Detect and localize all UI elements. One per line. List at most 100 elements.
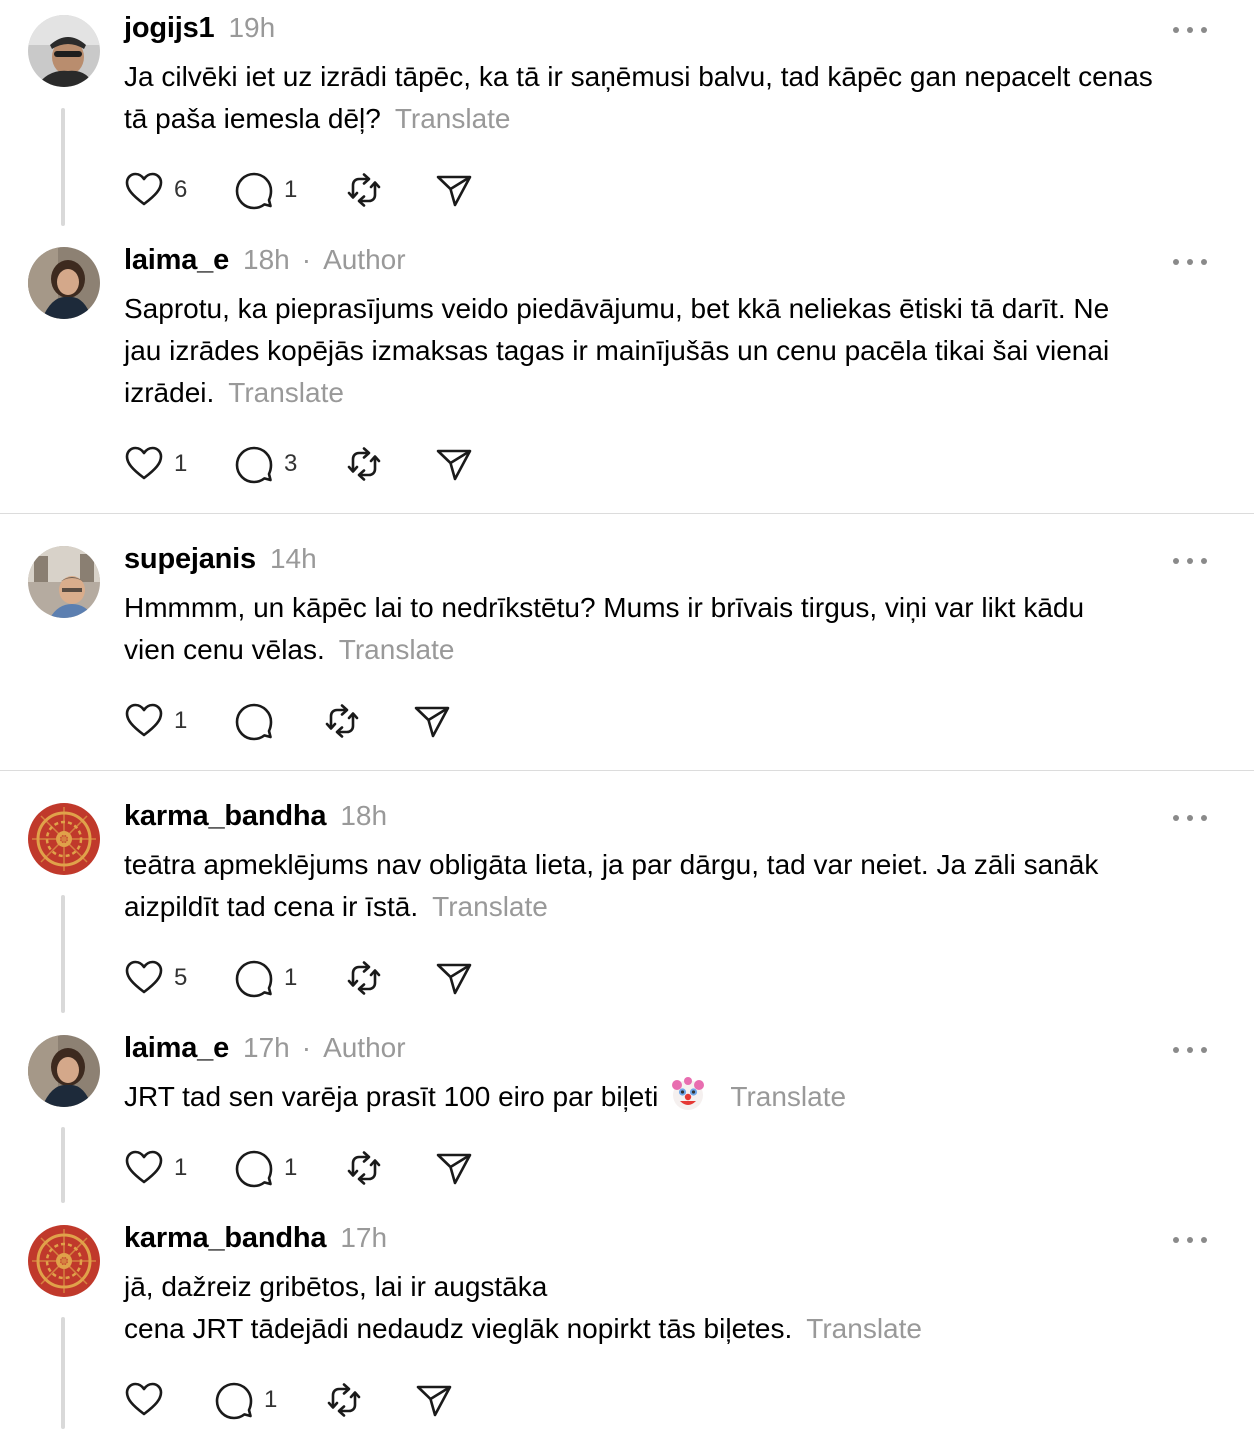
post: karma_bandha 18h teātra apmeklējums nav ob… bbox=[0, 788, 1254, 998]
repost-button[interactable] bbox=[322, 701, 362, 741]
more-dot bbox=[1187, 1237, 1193, 1243]
more-dot bbox=[1173, 1047, 1179, 1053]
username[interactable]: karma_bandha bbox=[124, 800, 327, 833]
more-dot bbox=[1173, 558, 1179, 564]
more-dot bbox=[1201, 815, 1207, 821]
timestamp[interactable]: 18h bbox=[340, 800, 387, 832]
post-text: Ja cilvēki iet uz izrādi tāpēc, ka tā ir… bbox=[124, 56, 1224, 140]
repost-button[interactable] bbox=[344, 1148, 384, 1188]
post-text-content: izrādei. bbox=[124, 377, 215, 408]
translate-link[interactable]: Translate bbox=[228, 377, 344, 408]
thread-divider bbox=[0, 770, 1254, 771]
like-button[interactable] bbox=[124, 1380, 164, 1420]
like-button[interactable]: 1 bbox=[124, 444, 187, 484]
reply-button[interactable]: 1 bbox=[214, 1380, 277, 1420]
heart-icon bbox=[124, 1380, 164, 1420]
more-icon[interactable] bbox=[1170, 549, 1210, 573]
more-dot bbox=[1187, 558, 1193, 564]
translate-link[interactable]: Translate bbox=[806, 1313, 922, 1344]
translate-link[interactable]: Translate bbox=[730, 1081, 846, 1112]
post-text-content: aizpildīt tad cena ir īstā. bbox=[124, 891, 419, 922]
post-header: laima_e 18h · Author bbox=[124, 244, 406, 284]
reply-count: 1 bbox=[264, 1386, 278, 1413]
comment-icon bbox=[234, 1148, 274, 1188]
post-actions: 1 bbox=[124, 701, 524, 741]
avatar[interactable] bbox=[28, 247, 100, 319]
more-icon[interactable] bbox=[1170, 250, 1210, 274]
more-icon[interactable] bbox=[1170, 806, 1210, 830]
repost-button[interactable] bbox=[344, 958, 384, 998]
reply-button[interactable]: 1 bbox=[234, 1148, 297, 1188]
share-button[interactable] bbox=[414, 1380, 454, 1420]
share-button[interactable] bbox=[434, 170, 474, 210]
repost-button[interactable] bbox=[344, 444, 384, 484]
post: jogijs1 19h Ja cilvēki iet uz izrādi tāpēc… bbox=[0, 0, 1254, 210]
send-icon bbox=[412, 701, 452, 741]
post-text-content: Ja cilvēki iet uz izrādi tāpēc, ka tā ir… bbox=[124, 61, 1153, 92]
reply-button[interactable] bbox=[234, 701, 274, 741]
like-count: 5 bbox=[174, 964, 188, 991]
like-button[interactable]: 1 bbox=[124, 1148, 187, 1188]
like-count: 1 bbox=[174, 707, 188, 734]
reply-button[interactable]: 3 bbox=[234, 444, 297, 484]
post-text-content: Saprotu, ka pieprasījums veido piedāvāju… bbox=[124, 293, 1110, 324]
share-button[interactable] bbox=[412, 701, 452, 741]
post-text-content: Hmmmm, un kāpēc lai to nedrīkstētu? Mums… bbox=[124, 592, 1085, 623]
reply-count: 1 bbox=[284, 964, 298, 991]
post-text: jā, dažreiz gribētos, lai ir augstāka cen… bbox=[124, 1266, 1224, 1350]
timestamp[interactable]: 17h bbox=[340, 1222, 387, 1254]
send-icon bbox=[434, 958, 474, 998]
post-actions: 13 bbox=[124, 444, 524, 484]
username[interactable]: jogijs1 bbox=[124, 12, 215, 45]
repost-button[interactable] bbox=[324, 1380, 364, 1420]
comment-icon bbox=[234, 170, 274, 210]
like-count: 1 bbox=[174, 1154, 188, 1181]
post-text-line: Saprotu, ka pieprasījums veido piedāvāju… bbox=[124, 288, 1224, 330]
like-button[interactable]: 6 bbox=[124, 170, 187, 210]
translate-link[interactable]: Translate bbox=[395, 103, 511, 134]
more-icon[interactable] bbox=[1170, 18, 1210, 42]
timestamp[interactable]: 14h bbox=[270, 543, 317, 575]
avatar[interactable] bbox=[28, 1225, 100, 1297]
post-text-line: tā paša iemesla dēļ? Translate bbox=[124, 98, 1224, 140]
username[interactable]: karma_bandha bbox=[124, 1222, 327, 1255]
post-text-line: Ja cilvēki iet uz izrādi tāpēc, ka tā ir… bbox=[124, 56, 1224, 98]
share-button[interactable] bbox=[434, 958, 474, 998]
more-dot bbox=[1201, 259, 1207, 265]
timestamp[interactable]: 17h bbox=[243, 1032, 290, 1064]
more-icon[interactable] bbox=[1170, 1038, 1210, 1062]
timestamp[interactable]: 19h bbox=[228, 12, 275, 44]
clown-face-icon bbox=[670, 1076, 706, 1124]
post-text-line: vien cenu vēlas. Translate bbox=[124, 629, 1224, 671]
translate-link[interactable]: Translate bbox=[339, 634, 455, 665]
timestamp[interactable]: 18h bbox=[243, 244, 290, 276]
repost-icon bbox=[324, 1380, 364, 1420]
share-button[interactable] bbox=[434, 1148, 474, 1188]
more-dot bbox=[1201, 27, 1207, 33]
thread-divider bbox=[0, 513, 1254, 514]
avatar[interactable] bbox=[28, 1035, 100, 1107]
post-text-content: jā, dažreiz gribētos, lai ir augstāka bbox=[124, 1271, 548, 1302]
post-text: teātra apmeklējums nav obligāta lieta, j… bbox=[124, 844, 1224, 928]
post-text-content: JRT tad sen varēja prasīt 100 eiro par b… bbox=[124, 1081, 659, 1112]
share-button[interactable] bbox=[434, 444, 474, 484]
post-text-line: izrādei. Translate bbox=[124, 372, 1224, 414]
like-button[interactable]: 5 bbox=[124, 958, 187, 998]
more-dot bbox=[1173, 259, 1179, 265]
repost-button[interactable] bbox=[344, 170, 384, 210]
reply-button[interactable]: 1 bbox=[234, 958, 297, 998]
translate-link[interactable]: Translate bbox=[432, 891, 548, 922]
reply-button[interactable]: 1 bbox=[234, 170, 297, 210]
username[interactable]: supejanis bbox=[124, 543, 256, 576]
post-text: JRT tad sen varēja prasīt 100 eiro par b… bbox=[124, 1076, 1224, 1124]
comment-icon bbox=[234, 444, 274, 484]
like-button[interactable]: 1 bbox=[124, 701, 187, 741]
username[interactable]: laima_e bbox=[124, 244, 229, 277]
more-icon[interactable] bbox=[1170, 1228, 1210, 1252]
avatar[interactable] bbox=[28, 803, 100, 875]
more-dot bbox=[1187, 259, 1193, 265]
more-dot bbox=[1201, 558, 1207, 564]
avatar[interactable] bbox=[28, 546, 100, 618]
username[interactable]: laima_e bbox=[124, 1032, 229, 1065]
avatar[interactable] bbox=[28, 15, 100, 87]
